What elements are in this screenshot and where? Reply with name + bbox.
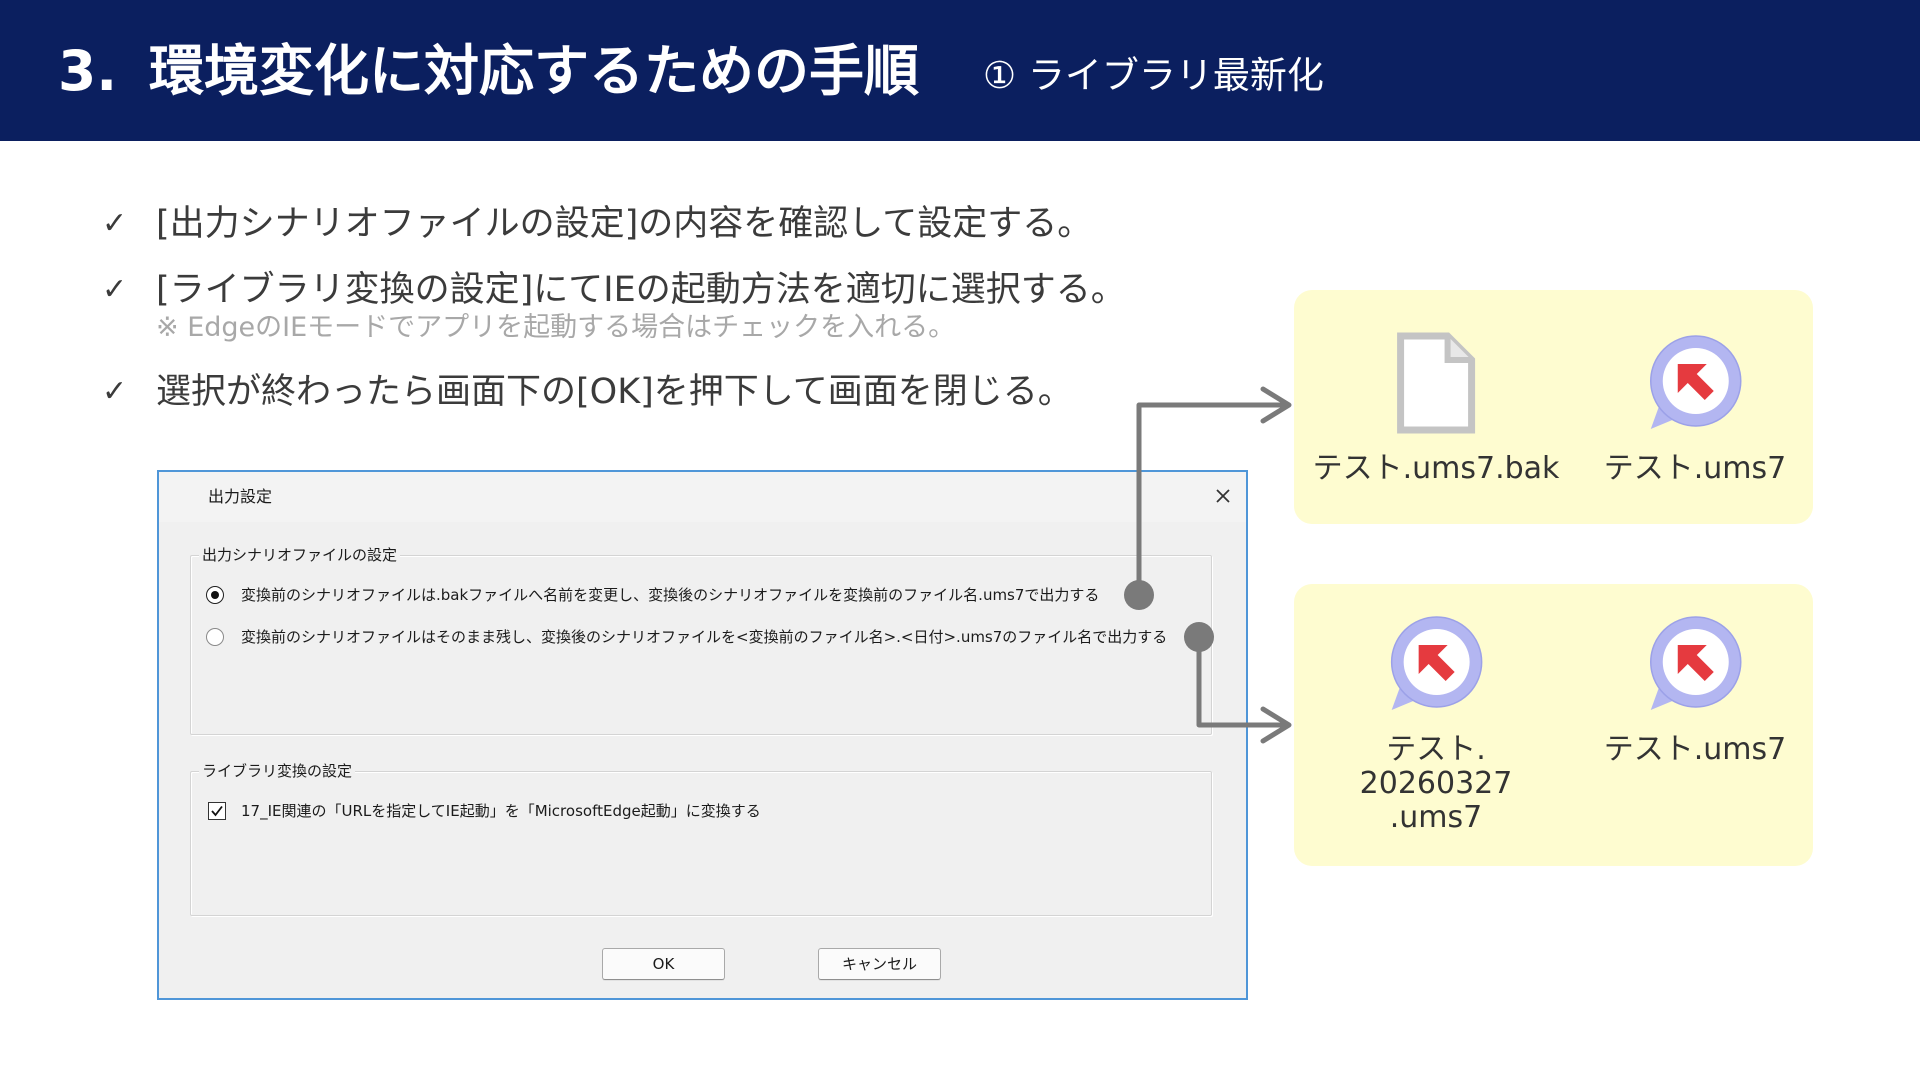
bullet-item: ✓ 選択が終わったら画面下の[OK]を押下して画面を閉じる。	[102, 370, 1073, 414]
bullet-item: ✓ [ライブラリ変換の設定]にてIEの起動方法を適切に選択する。	[102, 268, 1126, 312]
slide-title: 環境変化に対応するための手順	[149, 39, 920, 103]
bullet-item: ✓ [出力シナリオファイルの設定]の内容を確認して設定する。	[102, 202, 1092, 246]
close-icon[interactable]	[1213, 486, 1233, 506]
app-file-icon	[1650, 335, 1742, 429]
radio-label: 変換前のシナリオファイルはそのまま残し、変換後のシナリオファイルを<変換前のファ…	[241, 628, 1168, 646]
checkbox-option-ie-to-edge[interactable]: 17_IE関連の「URLを指定してIE起動」を「MicrosoftEdge起動」…	[208, 799, 761, 823]
radio-option-keep-original[interactable]: 変換前のシナリオファイルはそのまま残し、変換後のシナリオファイルを<変換前のファ…	[206, 625, 1167, 649]
bullet-text: [ライブラリ変換の設定]にてIEの起動方法を適切に選択する。	[156, 270, 1126, 310]
result-panel-keep: テスト. 20260327 .ums7 テスト.ums7	[1294, 584, 1813, 866]
radio-label: 変換前のシナリオファイルは.bakファイルへ名前を変更し、変換後のシナリオファイ…	[241, 586, 1100, 604]
check-bullet-icon: ✓	[102, 206, 128, 241]
group-label: ライブラリ変換の設定	[199, 761, 356, 781]
file-name-line: テスト.ums7	[1603, 732, 1787, 767]
file-name-line: 20260327	[1359, 766, 1513, 801]
bullet-text: 選択が終わったら画面下の[OK]を押下して画面を閉じる。	[156, 372, 1073, 412]
radio-button[interactable]	[206, 586, 224, 604]
checkbox[interactable]	[208, 802, 226, 820]
radio-option-rename-to-bak[interactable]: 変換前のシナリオファイルは.bakファイルへ名前を変更し、変換後のシナリオファイ…	[206, 583, 1099, 607]
connector-arrowhead-keep	[1260, 706, 1292, 744]
file-name: テスト.ums7	[1604, 452, 1787, 486]
bullet-text: [出力シナリオファイルの設定]の内容を確認して設定する。	[156, 204, 1093, 244]
slide: 3. 環境変化に対応するための手順 ① ライブラリ最新化 ✓ [出力シナリオファ…	[0, 0, 1920, 1080]
app-file-icon	[1391, 616, 1483, 710]
dialog-title: 出力設定	[208, 487, 273, 506]
ok-button[interactable]: OK	[602, 948, 725, 980]
app-file-icon	[1384, 612, 1488, 716]
checkmark-icon	[211, 805, 223, 817]
file-name: テスト. 20260327 .ums7	[1360, 733, 1513, 835]
check-bullet-icon: ✓	[102, 374, 128, 409]
file-item: テスト.ums7	[1604, 612, 1787, 767]
group-label: 出力シナリオファイルの設定	[199, 545, 401, 565]
file-item: テスト.ums7.bak	[1313, 331, 1560, 486]
output-settings-dialog: 出力設定 出力シナリオファイルの設定 変換前のシナリオファイルは.bakファイル…	[157, 470, 1248, 1000]
connector-arrowhead-rename	[1260, 386, 1292, 424]
result-panel-rename: テスト.ums7.bak テスト.ums7	[1294, 290, 1813, 524]
slide-subtitle: ① ライブラリ最新化	[983, 54, 1324, 97]
file-item: テスト. 20260327 .ums7	[1360, 612, 1513, 835]
blank-file-icon	[1384, 331, 1488, 435]
slide-header: 3. 環境変化に対応するための手順 ① ライブラリ最新化	[0, 0, 1920, 141]
app-file-icon	[1643, 331, 1747, 435]
dialog-title-bar[interactable]: 出力設定	[159, 472, 1246, 522]
file-item: テスト.ums7	[1604, 331, 1787, 486]
checkbox-label: 17_IE関連の「URLを指定してIE起動」を「MicrosoftEdge起動」…	[241, 802, 761, 820]
cancel-button[interactable]: キャンセル	[818, 948, 941, 980]
blank-file-icon	[1397, 332, 1476, 434]
bullet-note: ※ EdgeのIEモードでアプリを起動する場合はチェックを入れる。	[156, 312, 956, 343]
file-name-line: テスト.ums7.bak	[1312, 451, 1560, 486]
file-name-line: テスト.	[1386, 732, 1486, 767]
library-conversion-group: ライブラリ変換の設定	[190, 761, 1212, 916]
app-file-icon	[1650, 616, 1742, 710]
app-file-icon	[1643, 612, 1747, 716]
file-name-line: テスト.ums7	[1603, 451, 1787, 486]
check-bullet-icon: ✓	[102, 272, 128, 307]
radio-button[interactable]	[206, 628, 224, 646]
section-number: 3.	[58, 39, 118, 103]
file-name-line: .ums7	[1389, 800, 1483, 835]
file-name: テスト.ums7.bak	[1313, 452, 1560, 486]
file-name: テスト.ums7	[1604, 733, 1787, 767]
